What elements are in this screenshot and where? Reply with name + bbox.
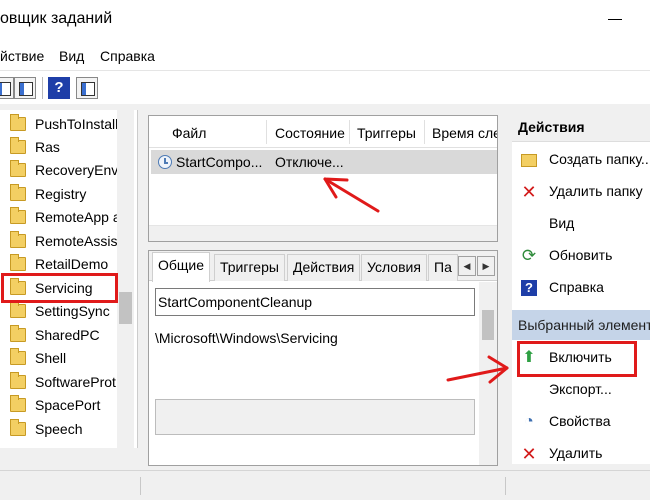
toolbar-separator bbox=[42, 77, 43, 99]
tab-scroll-left-icon[interactable]: ◀ bbox=[458, 256, 476, 276]
status-divider bbox=[505, 477, 506, 495]
tree-item[interactable]: Registry bbox=[0, 183, 118, 207]
delete-icon: ✕ bbox=[521, 444, 537, 464]
task-name-field[interactable]: StartComponentCleanup bbox=[155, 288, 475, 316]
minimize-button[interactable] bbox=[608, 19, 622, 20]
help-icon[interactable]: ? bbox=[48, 77, 70, 99]
back-icon[interactable] bbox=[0, 77, 14, 99]
highlight-enable bbox=[517, 341, 637, 377]
tree-item[interactable]: RemoteAssist bbox=[0, 230, 121, 254]
folder-icon bbox=[10, 395, 26, 412]
tree-item[interactable]: SharedPC bbox=[0, 324, 118, 348]
details-tabs: Общие Триггеры Действия Условия Па ◀ ▶ bbox=[149, 251, 497, 282]
column-separator[interactable] bbox=[266, 120, 267, 144]
folder-icon bbox=[10, 419, 26, 436]
folder-icon bbox=[10, 254, 26, 271]
column-separator[interactable] bbox=[349, 120, 350, 144]
tree-item[interactable]: PushToInstall bbox=[0, 113, 118, 137]
view-action[interactable]: Вид bbox=[512, 208, 650, 238]
task-details-panel: Общие Триггеры Действия Условия Па ◀ ▶ S… bbox=[148, 250, 498, 466]
column-header-triggers[interactable]: Триггеры bbox=[357, 125, 416, 141]
tree-item[interactable]: Speech bbox=[0, 418, 118, 442]
folder-icon bbox=[10, 207, 26, 224]
tab-actions[interactable]: Действия bbox=[287, 254, 361, 281]
scroll-thumb[interactable] bbox=[119, 292, 132, 324]
tab-conditions[interactable]: Условия bbox=[361, 254, 427, 281]
tree-item[interactable]: SettingSync bbox=[0, 300, 118, 324]
tree-item[interactable]: SpacePort bbox=[0, 394, 118, 418]
help-icon: ? bbox=[521, 280, 537, 296]
status-bar bbox=[0, 470, 650, 500]
folder-icon bbox=[10, 114, 26, 131]
folder-icon bbox=[10, 160, 26, 177]
menu-bar: йствие Вид Справка bbox=[0, 40, 650, 70]
properties-icon: ◔ bbox=[524, 413, 534, 430]
help-action[interactable]: ? Справка bbox=[512, 272, 650, 302]
tree-item[interactable]: RecoveryEnvi bbox=[0, 159, 121, 183]
properties-action[interactable]: ◔ Свойства bbox=[512, 406, 650, 436]
refresh-action[interactable]: ⟳ Обновить bbox=[512, 240, 650, 270]
show-action-pane-icon[interactable] bbox=[76, 77, 98, 99]
title-bar: овщик заданий bbox=[0, 0, 650, 40]
refresh-icon: ⟳ bbox=[521, 246, 537, 265]
folder-icon bbox=[10, 325, 26, 342]
show-console-tree-icon[interactable] bbox=[14, 77, 36, 99]
actions-header[interactable]: Действия bbox=[512, 112, 650, 142]
task-clock-icon bbox=[158, 155, 172, 169]
menu-help[interactable]: Справка bbox=[100, 48, 155, 64]
task-list-horizontal-scrollbar[interactable] bbox=[149, 225, 497, 241]
folder-icon bbox=[10, 184, 26, 201]
tab-parameters[interactable]: Па bbox=[428, 254, 458, 281]
tab-general[interactable]: Общие bbox=[152, 252, 211, 282]
tree-horizontal-scrollbar[interactable] bbox=[0, 448, 138, 465]
scroll-thumb[interactable] bbox=[482, 310, 494, 340]
folder-icon bbox=[10, 137, 26, 154]
delete-folder-action[interactable]: ✕ Удалить папку bbox=[512, 176, 650, 206]
window-title: овщик заданий bbox=[0, 10, 113, 27]
task-list: Файл Состояние Триггеры Время сле StartC… bbox=[148, 115, 498, 242]
export-action[interactable]: Экспорт... bbox=[512, 374, 650, 404]
highlight-servicing bbox=[1, 273, 118, 303]
tree-item[interactable]: Ras bbox=[0, 136, 118, 160]
column-header-next-run[interactable]: Время сле bbox=[432, 125, 497, 141]
column-separator[interactable] bbox=[424, 120, 425, 144]
menu-view[interactable]: Вид bbox=[59, 48, 84, 64]
tab-scroll-right-icon[interactable]: ▶ bbox=[477, 256, 495, 276]
tree-item[interactable]: RemoteApp a bbox=[0, 206, 121, 230]
folder-icon bbox=[10, 231, 26, 248]
delete-action[interactable]: ✕ Удалить bbox=[512, 438, 650, 464]
folder-icon bbox=[10, 301, 26, 318]
selected-item-header[interactable]: Выбранный элемент bbox=[512, 310, 650, 340]
status-divider bbox=[140, 477, 141, 495]
tree-vertical-scrollbar[interactable] bbox=[117, 110, 134, 448]
details-vertical-scrollbar[interactable] bbox=[479, 282, 497, 465]
task-list-header: Файл Состояние Триггеры Время сле bbox=[149, 116, 497, 148]
tab-triggers[interactable]: Триггеры bbox=[214, 254, 285, 281]
tree-item[interactable]: SoftwareProt bbox=[0, 371, 118, 395]
folder-icon bbox=[10, 372, 26, 389]
tree-item[interactable]: Shell bbox=[0, 347, 118, 371]
delete-icon: ✕ bbox=[521, 182, 537, 202]
toolbar: ? bbox=[0, 70, 650, 104]
task-state: Отключе... bbox=[275, 154, 344, 170]
actions-pane: Действия Создать папку... ✕ Удалить папку… bbox=[512, 112, 650, 464]
column-header-file[interactable]: Файл bbox=[172, 125, 206, 141]
task-location: \Microsoft\Windows\Servicing bbox=[155, 330, 338, 346]
column-header-state[interactable]: Состояние bbox=[275, 125, 345, 141]
create-folder-action[interactable]: Создать папку... bbox=[512, 144, 650, 174]
folder-icon bbox=[10, 348, 26, 365]
task-description-field[interactable] bbox=[155, 399, 475, 435]
menu-action[interactable]: йствие bbox=[0, 48, 44, 64]
task-name: StartCompo... bbox=[176, 154, 263, 170]
new-folder-icon bbox=[521, 154, 537, 167]
table-row[interactable]: StartCompo... Отключе... bbox=[151, 150, 497, 174]
